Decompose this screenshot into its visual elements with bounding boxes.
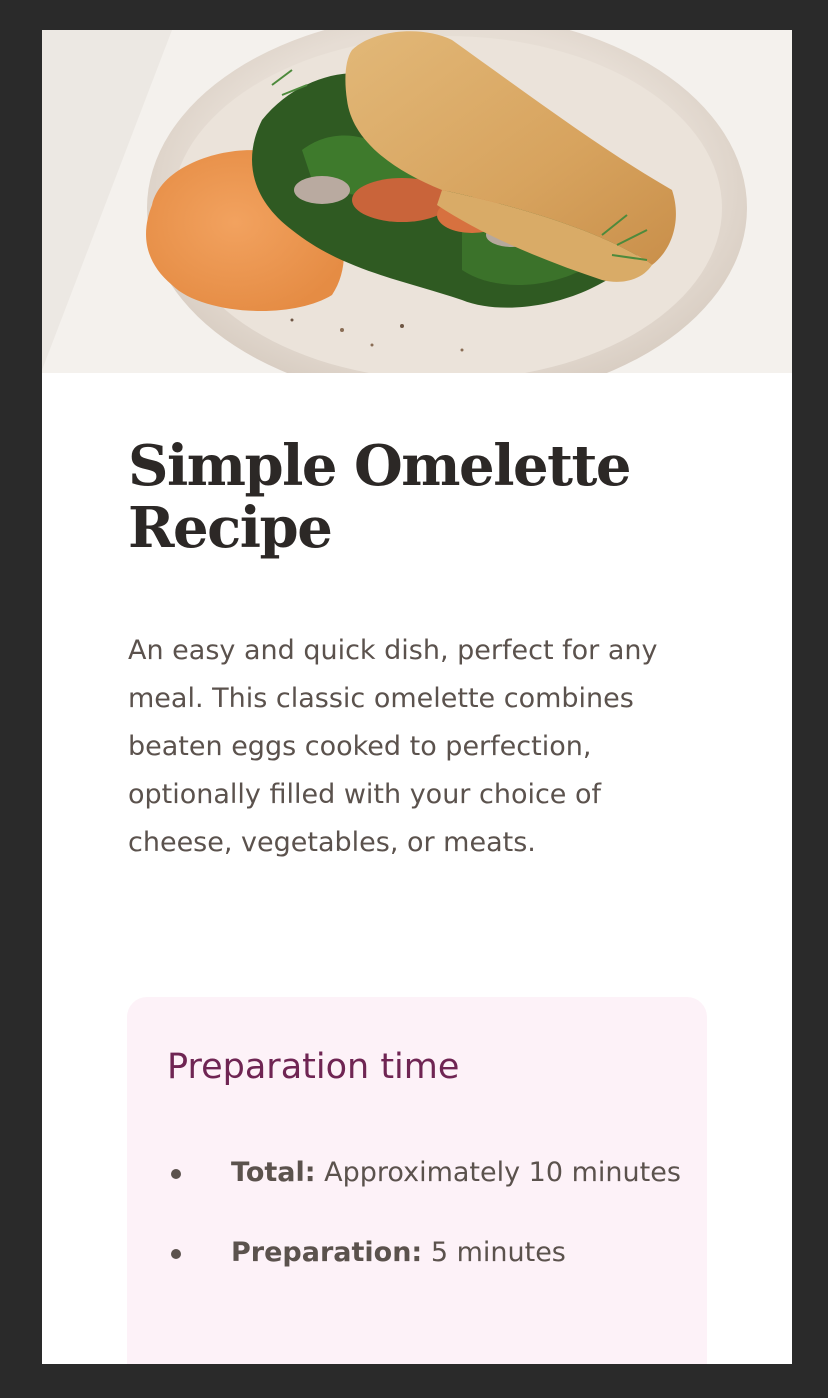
- prep-label: Preparation:: [231, 1237, 423, 1268]
- bullet-icon: [171, 1169, 181, 1179]
- preparation-heading: Preparation time: [167, 1047, 460, 1087]
- prep-value: Approximately 10 minutes: [315, 1157, 681, 1188]
- prep-value: 5 minutes: [422, 1237, 566, 1268]
- prep-label: Total:: [231, 1157, 316, 1188]
- recipe-card: Simple Omelette Recipe An easy and quick…: [42, 30, 792, 1364]
- recipe-title: Simple Omelette Recipe: [128, 433, 631, 561]
- recipe-description: An easy and quick dish, perfect for any …: [128, 635, 658, 858]
- list-item-total: Total: Approximately 10 minutes: [167, 1149, 687, 1197]
- omelette-photo: [42, 30, 792, 373]
- preparation-list: Total: Approximately 10 minutes Preparat…: [167, 1149, 687, 1309]
- recipe-intro: Simple Omelette Recipe An easy and quick…: [128, 373, 708, 867]
- list-item-preparation: Preparation: 5 minutes: [167, 1229, 687, 1277]
- hero-image: [42, 30, 792, 373]
- bullet-icon: [171, 1249, 181, 1259]
- preparation-time-box: Preparation time Total: Approximately 10…: [127, 997, 707, 1364]
